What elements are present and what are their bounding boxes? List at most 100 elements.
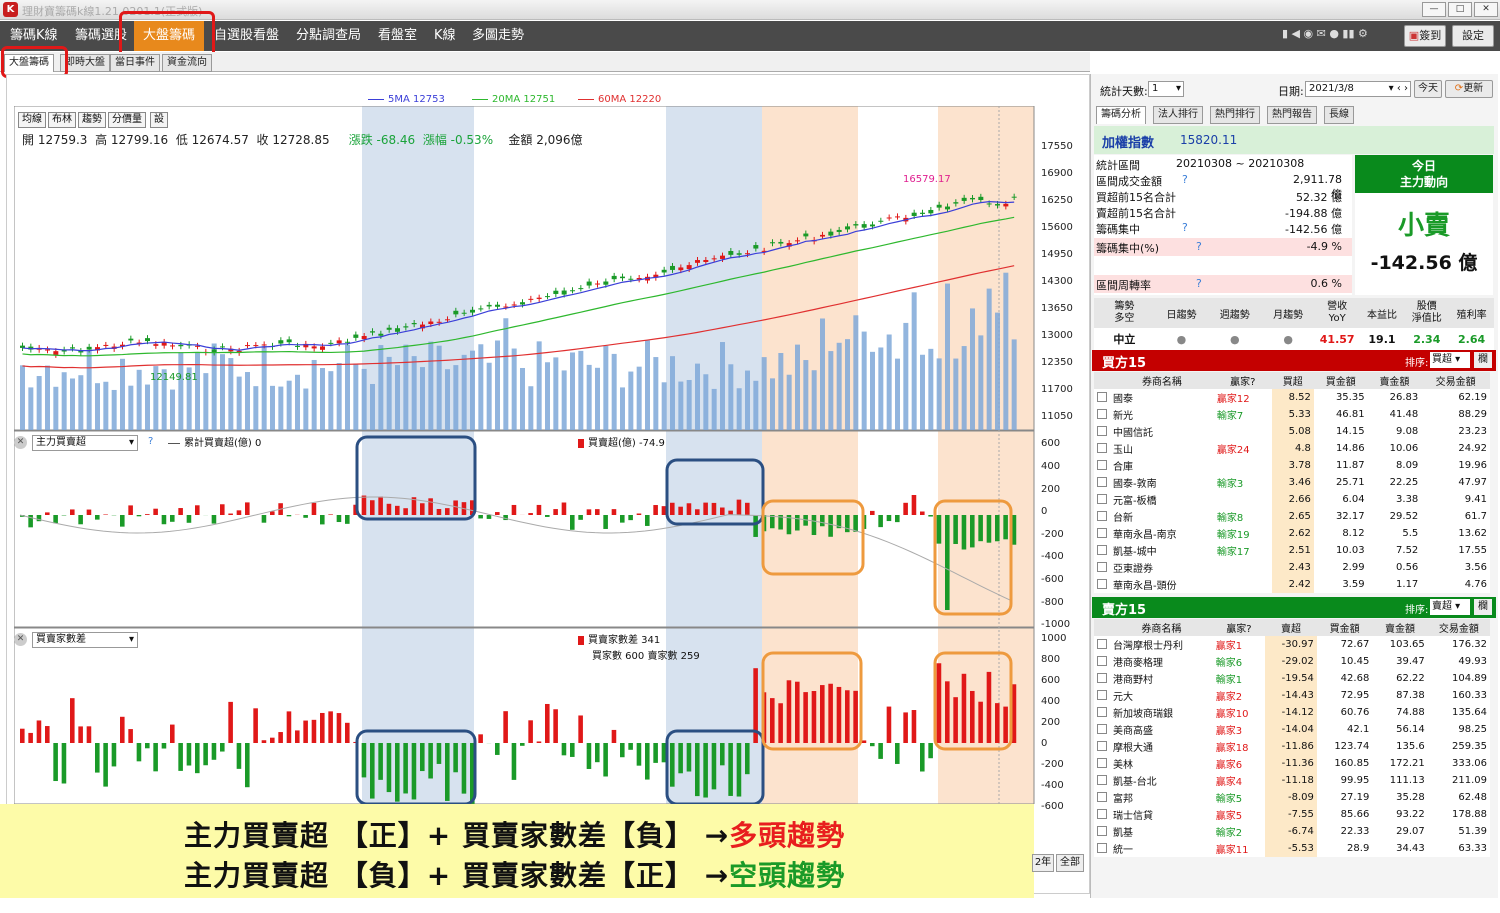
table-row[interactable]: 元大 贏家2 -14.43 72.95 87.38 160.33 xyxy=(1094,687,1490,704)
table-row[interactable]: 國泰 贏家12 8.52 35.35 26.83 62.19 xyxy=(1094,389,1490,406)
row-checkbox[interactable] xyxy=(1097,494,1107,504)
broker-name[interactable]: 富邦 xyxy=(1110,789,1213,806)
tab-hot-rank[interactable]: 熱門排行 xyxy=(1210,106,1260,124)
range-all-button[interactable]: 全部 xyxy=(1056,854,1084,872)
broker-name[interactable]: 合庫 xyxy=(1110,457,1214,474)
menu-watchlist[interactable]: 自選股看盤 xyxy=(214,21,279,51)
broker-name[interactable]: 美商高盛 xyxy=(1110,721,1213,738)
broker-name[interactable]: 國泰-敦南 xyxy=(1110,474,1214,491)
row-checkbox[interactable] xyxy=(1097,690,1107,700)
broker-name[interactable]: 凱基-城中 xyxy=(1110,542,1214,559)
today-button[interactable]: 今天 xyxy=(1414,80,1442,98)
broker-name[interactable]: 華南永昌-南京 xyxy=(1110,525,1214,542)
row-checkbox[interactable] xyxy=(1097,826,1107,836)
table-row[interactable]: 美林 贏家6 -11.36 160.85 172.21 333.06 xyxy=(1094,755,1490,772)
broker-name[interactable]: 台灣摩根士丹利 xyxy=(1110,636,1213,653)
row-checkbox[interactable] xyxy=(1097,460,1107,470)
help-icon[interactable]: ? xyxy=(1196,240,1202,253)
tab-daily-events[interactable]: 當日事件 xyxy=(110,54,160,72)
table-row[interactable]: 摩根大通 贏家18 -11.86 123.74 135.6 259.35 xyxy=(1094,738,1490,755)
table-row[interactable]: 台新 輸家8 2.65 32.17 29.52 61.7 xyxy=(1094,508,1490,525)
help-icon[interactable]: ? xyxy=(1182,221,1188,234)
buy15-sort-select[interactable]: 買超 ▾ xyxy=(1430,352,1470,368)
tab-institutional-rank[interactable]: 法人排行 xyxy=(1153,106,1203,124)
row-checkbox[interactable] xyxy=(1097,545,1107,555)
minimize-button[interactable]: — xyxy=(1422,2,1446,17)
chart-canvas[interactable] xyxy=(14,106,1036,804)
table-row[interactable]: 凱基 輸家2 -6.74 22.33 29.07 51.39 xyxy=(1094,823,1490,840)
broker-name[interactable]: 摩根大通 xyxy=(1110,738,1213,755)
broker-name[interactable]: 元富-板橋 xyxy=(1110,491,1214,508)
tab-ma[interactable]: 均線 xyxy=(18,112,46,128)
row-checkbox[interactable] xyxy=(1097,775,1107,785)
row-checkbox[interactable] xyxy=(1097,477,1107,487)
table-row[interactable]: 元富-板橋 2.66 6.04 3.38 9.41 xyxy=(1094,491,1490,508)
row-checkbox[interactable] xyxy=(1097,579,1107,589)
tab-capital-flow[interactable]: 資金流向 xyxy=(162,54,212,72)
row-checkbox[interactable] xyxy=(1097,562,1107,572)
broker-name[interactable]: 港商麥格理 xyxy=(1110,653,1213,670)
menu-multi-chart[interactable]: 多圖走勢 xyxy=(472,21,524,51)
table-row[interactable]: 新光 輸家7 5.33 46.81 41.48 88.29 xyxy=(1094,406,1490,423)
broker-name[interactable]: 凱基 xyxy=(1110,823,1213,840)
toolbar-icons[interactable]: ▮ ◀ ◉ ✉ ● ▮▮ ⚙ xyxy=(1282,27,1368,45)
broker-name[interactable]: 亞東證券 xyxy=(1110,559,1214,576)
menu-branch-investigation[interactable]: 分點調查局 xyxy=(296,21,361,51)
broker-name[interactable]: 瑞士信貸 xyxy=(1110,806,1213,823)
refresh-button[interactable]: ⟳更新 xyxy=(1445,80,1493,98)
row-checkbox[interactable] xyxy=(1097,511,1107,521)
menu-kline[interactable]: K線 xyxy=(434,21,456,51)
sell15-columns-button[interactable]: 欄 xyxy=(1474,599,1492,615)
table-row[interactable]: 玉山 贏家24 4.8 14.86 10.06 24.92 xyxy=(1094,440,1490,457)
tab-volume-profile[interactable]: 分價量 xyxy=(108,112,146,128)
broker-name[interactable]: 港商野村 xyxy=(1110,670,1213,687)
broker-name[interactable]: 國泰 xyxy=(1110,389,1214,406)
table-row[interactable]: 亞東證券 2.43 2.99 0.56 3.56 xyxy=(1094,559,1490,576)
close-panel-icon[interactable]: ✕ xyxy=(14,633,27,646)
broker-name[interactable]: 新加坡商瑞銀 xyxy=(1110,704,1213,721)
checkin-button[interactable]: ▣簽到 xyxy=(1404,25,1446,47)
table-row[interactable]: 瑞士信貸 贏家5 -7.55 85.66 93.22 178.88 xyxy=(1094,806,1490,823)
broker-name[interactable]: 美林 xyxy=(1110,755,1213,772)
row-checkbox[interactable] xyxy=(1097,707,1107,717)
close-button[interactable]: ✕ xyxy=(1474,2,1498,17)
help-icon[interactable]: ? xyxy=(1182,173,1188,186)
row-checkbox[interactable] xyxy=(1097,392,1107,402)
row-checkbox[interactable] xyxy=(1097,656,1107,666)
tab-chip-analysis[interactable]: 籌碼分析 xyxy=(1096,106,1146,124)
row-checkbox[interactable] xyxy=(1097,741,1107,751)
table-row[interactable]: 華南永昌-南京 輸家19 2.62 8.12 5.5 13.62 xyxy=(1094,525,1490,542)
table-row[interactable]: 港商野村 輸家1 -19.54 42.68 62.22 104.89 xyxy=(1094,670,1490,687)
tab-trend[interactable]: 趨勢 xyxy=(78,112,106,128)
table-row[interactable]: 中國信託 5.08 14.15 9.08 23.23 xyxy=(1094,423,1490,440)
broker-name[interactable]: 凱基-台北 xyxy=(1110,772,1213,789)
tab-bollinger[interactable]: 布林 xyxy=(48,112,76,128)
tab-settings[interactable]: 設 xyxy=(150,112,168,128)
broker-name[interactable]: 華南永昌-頭份 xyxy=(1110,576,1214,593)
table-row[interactable]: 富邦 輸家5 -8.09 27.19 35.28 62.48 xyxy=(1094,789,1490,806)
table-row[interactable]: 國泰-敦南 輸家3 3.46 25.71 22.25 47.97 xyxy=(1094,474,1490,491)
row-checkbox[interactable] xyxy=(1097,443,1107,453)
row-checkbox[interactable] xyxy=(1097,758,1107,768)
table-row[interactable]: 新加坡商瑞銀 贏家10 -14.12 60.76 74.88 135.64 xyxy=(1094,704,1490,721)
row-checkbox[interactable] xyxy=(1097,843,1107,853)
range-2y-button[interactable]: 2年 xyxy=(1032,854,1054,872)
help-icon[interactable]: ? xyxy=(148,436,153,447)
broker-name[interactable]: 統一 xyxy=(1110,840,1213,857)
table-row[interactable]: 統一 贏家11 -5.53 28.9 34.43 63.33 xyxy=(1094,840,1490,857)
menu-trading-room[interactable]: 看盤室 xyxy=(378,21,417,51)
row-checkbox[interactable] xyxy=(1097,809,1107,819)
help-icon[interactable]: ? xyxy=(1196,277,1202,290)
broker-name[interactable]: 新光 xyxy=(1110,406,1214,423)
row-checkbox[interactable] xyxy=(1097,724,1107,734)
date-picker[interactable]: 2021/3/8 ▾ ‹ › xyxy=(1305,81,1411,97)
table-row[interactable]: 美商高盛 贏家3 -14.04 42.1 56.14 98.25 xyxy=(1094,721,1490,738)
days-select[interactable]: 1 ▾ xyxy=(1148,81,1184,97)
close-panel-icon[interactable]: ✕ xyxy=(14,436,27,449)
row-checkbox[interactable] xyxy=(1097,426,1107,436)
table-row[interactable]: 凱基-台北 贏家4 -11.18 99.95 111.13 211.09 xyxy=(1094,772,1490,789)
panel3-select[interactable]: 買賣家數差 ▾ xyxy=(32,632,138,648)
sell15-sort-select[interactable]: 賣超 ▾ xyxy=(1430,599,1470,615)
table-row[interactable]: 台灣摩根士丹利 贏家1 -30.97 72.67 103.65 176.32 xyxy=(1094,636,1490,653)
settings-button[interactable]: 設定 xyxy=(1452,25,1494,47)
